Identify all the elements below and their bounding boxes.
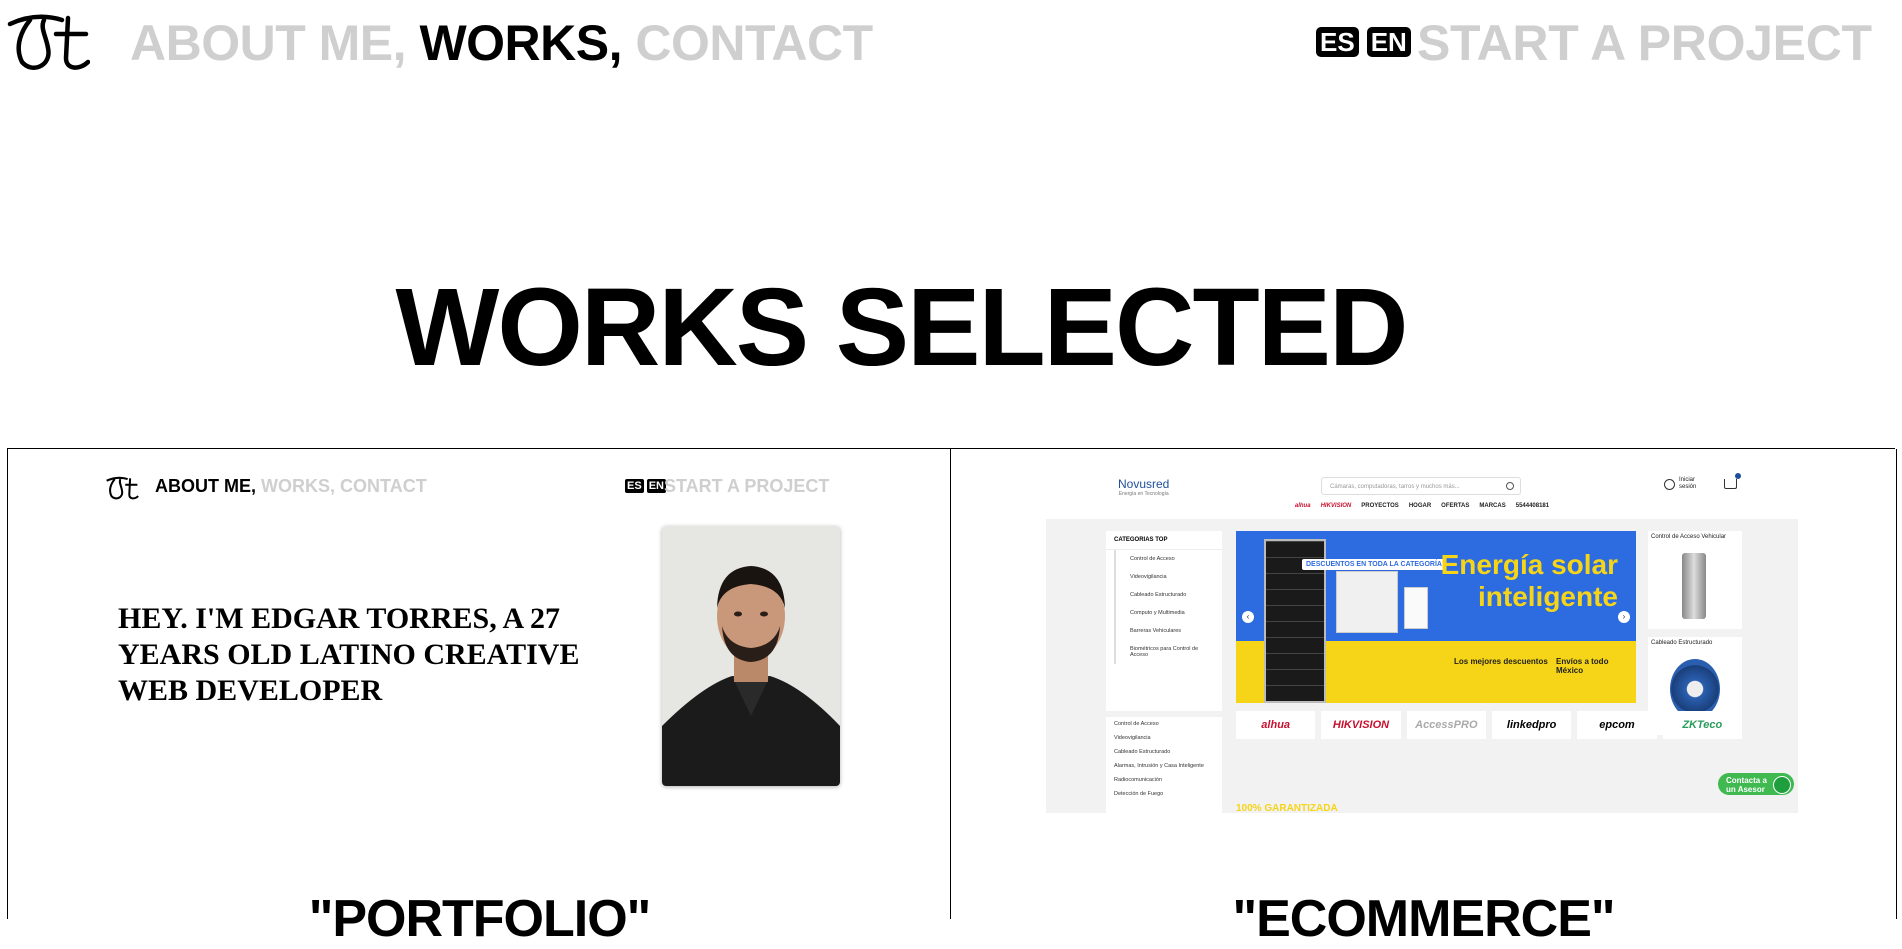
ecommerce-category-list: Control de Acceso Videovigilancia Cablea… [1106,717,1222,813]
user-icon [1664,478,1675,490]
inverter-image [1336,571,1398,633]
preview-lang-es: ES [625,479,644,493]
portfolio-preview-links: ABOUT ME, WORKS, CONTACT [155,476,427,497]
ecommerce-preview-body: CATEGORIAS TOP Control de Acceso Videovi… [1046,519,1798,813]
jt-logo-small [106,476,139,500]
whatsapp-contact-label: Contacta a un Asesor [1726,776,1767,794]
ecommerce-search-placeholder: Cámaras, computadoras, tarros y muchos m… [1330,484,1460,490]
brand-logo: AccessPRO [1406,711,1486,739]
preview-link-works: WORKS, [261,476,336,496]
start-project-link[interactable]: START A PROJECT [1417,14,1872,72]
page-title: WORKS SELECTED [0,268,1902,388]
menu-item-marcas: MARCAS [1479,503,1506,509]
category-list-item: Radiocomunicación [1114,777,1162,783]
category-list-item: Control de Acceso [1114,721,1159,727]
ecommerce-brand-name: Novusred [1118,477,1170,491]
ecommerce-brand-logo: Novusred Energía en Tecnología [1118,477,1169,497]
main-nav-links: ABOUT ME, WORKS, CONTACT [130,14,873,72]
brand-logo: linkedpro [1491,711,1572,739]
chevron-left-icon: ‹ [1242,611,1254,623]
search-icon [1506,482,1514,490]
preview-language-switcher: ES EN [625,479,666,493]
category-item: Barreras Vehiculares [1114,622,1216,640]
ecommerce-brand-tagline: Energía en Tecnología [1118,491,1169,497]
work-card-portfolio[interactable]: ABOUT ME, WORKS, CONTACT ES EN START A P… [7,449,951,948]
whatsapp-contact-button: Contacta a un Asesor [1718,773,1794,795]
ecommerce-preview-header: Novusred Energía en Tecnología Cámaras, … [1046,467,1798,519]
brand-logo: alhua [1236,711,1316,739]
brand-logo: epcom [1577,711,1657,739]
banner-benefit-discounts: Los mejores descuentos [1454,657,1548,666]
menu-item-hikvision: HIKVISION [1320,503,1352,509]
banner-offer-badge: DESCUENTOS EN TODA LA CATEGORÍA [1302,559,1446,570]
category-list-item: Videovigilancia [1114,735,1151,741]
category-item: Control de Acceso [1114,550,1216,568]
category-list-item: Alarmas, Intrusión y Casa Inteligente [1114,763,1204,769]
solar-banner: DESCUENTOS EN TODA LA CATEGORÍA Energía … [1236,531,1636,703]
ecommerce-top-categories: CATEGORIAS TOP Control de Acceso Videovi… [1106,531,1222,711]
breaker-image [1404,587,1428,629]
ecommerce-login-label: Iniciar sesión [1679,477,1697,490]
profile-photo-illustration [662,526,840,786]
category-item: Videovigilancia [1114,568,1216,586]
promo-cabling-label: Cableado Estructurado [1651,640,1713,646]
nav-link-contact[interactable]: CONTACT [635,15,873,71]
portfolio-hero-text: HEY. I'M EDGAR TORRES, A 27 YEARS OLD LA… [118,602,580,707]
menu-item-ofertas-label: OFERTAS [1441,503,1470,509]
banner-benefit-shipping: Envíos a todo México [1556,657,1609,675]
preview-link-about: ABOUT ME, [155,476,256,496]
jt-logo[interactable] [6,10,90,74]
nav-link-works[interactable]: WORKS, [419,15,622,71]
language-es-button[interactable]: ES [1316,27,1359,57]
menu-item-hogar: HOGAR [1408,503,1432,509]
top-categories-title: CATEGORIAS TOP [1106,531,1222,550]
cart-icon [1724,473,1741,489]
guarantee-text: 100% GARANTIZADA [1236,803,1338,813]
brand-logo: HIKVISION [1321,711,1401,739]
cable-reel-image [1670,659,1720,719]
banner-title: Energía solar inteligente [1440,549,1618,612]
work-title-ecommerce[interactable]: "ECOMMERCE" [951,889,1896,949]
portfolio-preview-nav: ABOUT ME, WORKS, CONTACT ES EN START A P… [8,449,951,509]
preview-link-contact: CONTACT [340,476,427,496]
preview-start-project: START A PROJECT [664,476,830,496]
promo-vehicle-access: Control de Acceso Vehicular [1648,531,1742,629]
category-item: Biométricos para Control de Acceso [1114,640,1216,664]
work-title-portfolio[interactable]: "PORTFOLIO" [8,889,951,949]
brand-strip: alhua HIKVISION AccessPRO linkedpro epco… [1236,711,1742,739]
bollard-image [1682,553,1706,619]
ecommerce-search-bar: Cámaras, computadoras, tarros y muchos m… [1321,477,1521,495]
menu-item-dahua: alhua [1294,503,1311,509]
category-item: Cableado Estructurado [1114,586,1216,604]
category-item: Computo y Multimedia [1114,604,1216,622]
profile-photo [662,526,840,786]
promo-vehicle-access-label: Control de Acceso Vehicular [1651,534,1727,540]
chevron-right-icon: › [1618,611,1630,623]
category-list-item: Cableado Estructurado [1114,749,1171,755]
category-list-item: Detección de Fuego [1114,791,1164,797]
menu-item-ofertas: OFERTAS [1441,503,1469,509]
ecommerce-preview: Novusred Energía en Tecnología Cámaras, … [1046,467,1798,813]
brand-logo: ZKTeco [1662,711,1742,739]
nav-link-about[interactable]: ABOUT ME, [130,15,407,71]
menu-item-proyectos: PROYECTOS [1361,503,1399,509]
language-en-button[interactable]: EN [1366,27,1411,57]
ecommerce-login: Iniciar sesión [1664,477,1701,491]
top-navigation: ABOUT ME, WORKS, CONTACT ES EN START A P… [0,0,1902,90]
works-grid: ABOUT ME, WORKS, CONTACT ES EN START A P… [7,448,1897,948]
whatsapp-icon [1773,776,1791,794]
page-title-text: WORKS SELECTED [395,266,1409,389]
menu-item-phone: 5544408181 [1515,503,1550,509]
language-switcher: ES EN [1316,27,1411,57]
work-card-ecommerce[interactable]: Novusred Energía en Tecnología Cámaras, … [950,449,1897,948]
cart-count-badge [1735,473,1741,479]
ecommerce-menu: alhua HIKVISION PROYECTOS HOGAR OFERTAS … [1046,503,1798,509]
